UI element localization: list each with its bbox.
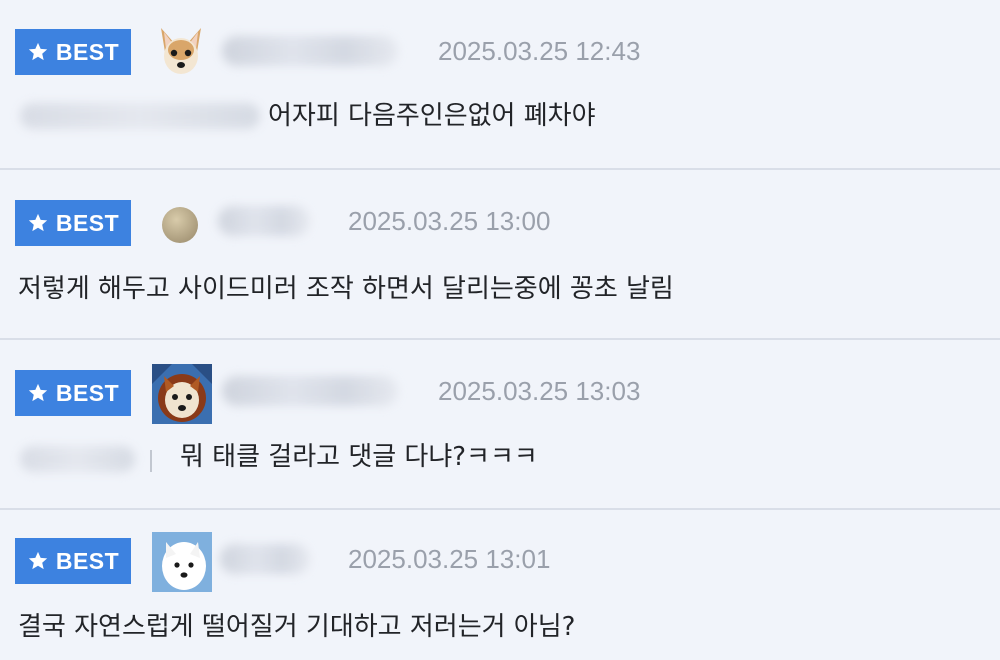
best-badge-label: BEST <box>55 209 120 236</box>
default-avatar-icon <box>162 207 198 243</box>
avatar[interactable] <box>153 24 209 80</box>
best-comment-list: BEST 2025.03.25 12:43 어자피 다음주인은없어 폐차야 BE… <box>0 0 1000 660</box>
comment-date: 2025.03.25 13:03 <box>438 376 641 406</box>
nickname-blurred[interactable] <box>222 376 398 406</box>
best-badge: BEST <box>15 370 131 416</box>
comment-date: 2025.03.25 12:43 <box>438 36 641 66</box>
comment-item: BEST 2025.03.25 12:43 어자피 다음주인은없어 폐차야 <box>0 0 1000 170</box>
nickname-blurred[interactable] <box>218 206 310 236</box>
white-dog-avatar-icon <box>152 532 212 592</box>
comment-text: 뭐 태클 걸라고 댓글 다냐?ㅋㅋㅋ <box>180 442 538 472</box>
avatar[interactable] <box>160 205 200 245</box>
separator <box>150 450 152 472</box>
chihuahua-avatar-icon <box>161 28 201 74</box>
blurred-text <box>20 103 260 129</box>
star-icon <box>28 213 47 232</box>
nickname-blurred[interactable] <box>222 36 398 66</box>
star-icon <box>28 551 47 570</box>
comment-text: 저렇게 해두고 사이드미러 조작 하면서 달리는중에 꽁초 날림 <box>18 274 674 304</box>
nickname-blurred[interactable] <box>220 544 310 574</box>
avatar[interactable] <box>152 364 212 424</box>
comment-item: BEST 2025.03.25 13:01 결국 자연스럽게 떨어질거 기대하고… <box>0 510 1000 660</box>
dog-avatar-icon <box>152 364 212 424</box>
comment-text: 결국 자연스럽게 떨어질거 기대하고 저러는거 아님? <box>18 612 576 642</box>
best-badge: BEST <box>15 29 131 75</box>
star-icon <box>28 42 47 61</box>
best-badge-label: BEST <box>55 38 120 65</box>
best-badge-label: BEST <box>55 379 120 406</box>
avatar[interactable] <box>152 532 212 592</box>
comment-text: 어자피 다음주인은없어 폐차야 <box>268 101 596 131</box>
best-badge-label: BEST <box>55 547 120 574</box>
comment-item: BEST 2025.03.25 13:00 저렇게 해두고 사이드미러 조작 하… <box>0 170 1000 340</box>
best-badge: BEST <box>15 538 131 584</box>
comment-date: 2025.03.25 13:00 <box>348 206 551 236</box>
star-icon <box>28 383 47 402</box>
comment-item: BEST 2025.03.25 13:03 뭐 태클 걸라고 댓글 다냐?ㅋㅋㅋ <box>0 340 1000 510</box>
blurred-text <box>20 446 135 472</box>
best-badge: BEST <box>15 200 131 246</box>
comment-date: 2025.03.25 13:01 <box>348 544 551 574</box>
